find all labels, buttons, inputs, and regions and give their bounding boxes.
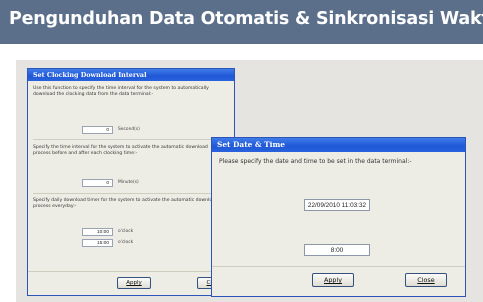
timer2-input[interactable] xyxy=(82,239,113,247)
separator xyxy=(28,271,234,272)
minutes-unit-label: Minute(s) xyxy=(118,180,139,185)
timer1-input[interactable] xyxy=(82,228,113,236)
separator xyxy=(33,139,229,140)
datetime-input[interactable] xyxy=(304,199,370,211)
set-date-time-dialog: Set Date & Time Please specify the date … xyxy=(211,137,466,297)
apply-button[interactable]: Apply xyxy=(117,277,151,289)
interval-description: Use this function to specify the time in… xyxy=(33,86,209,97)
dialog-title: Set Clocking Download Interval xyxy=(28,69,234,81)
dialog-title: Set Date & Time xyxy=(212,138,465,152)
close-button[interactable]: Close xyxy=(405,273,447,287)
banner-title: Pengunduhan Data Otomatis & Sinkronisasi… xyxy=(9,9,483,29)
seconds-input[interactable] xyxy=(82,126,113,134)
minutes-input[interactable] xyxy=(82,179,113,187)
daily-timer-description: Specify daily download timer for the sys… xyxy=(33,198,218,209)
clocking-description: Specify the time interval for the system… xyxy=(33,145,208,156)
time-input[interactable] xyxy=(304,244,370,256)
timer1-unit-label: o'clock xyxy=(118,229,134,234)
page-banner: Pengunduhan Data Otomatis & Sinkronisasi… xyxy=(0,0,483,44)
apply-button[interactable]: Apply xyxy=(312,273,354,287)
timer2-unit-label: o'clock xyxy=(118,240,134,245)
separator xyxy=(33,193,229,194)
clocking-download-interval-dialog: Set Clocking Download Interval Use this … xyxy=(27,68,235,296)
separator xyxy=(212,266,465,267)
seconds-unit-label: Second(s) xyxy=(118,127,140,132)
datetime-description: Please specify the date and time to be s… xyxy=(219,158,412,165)
